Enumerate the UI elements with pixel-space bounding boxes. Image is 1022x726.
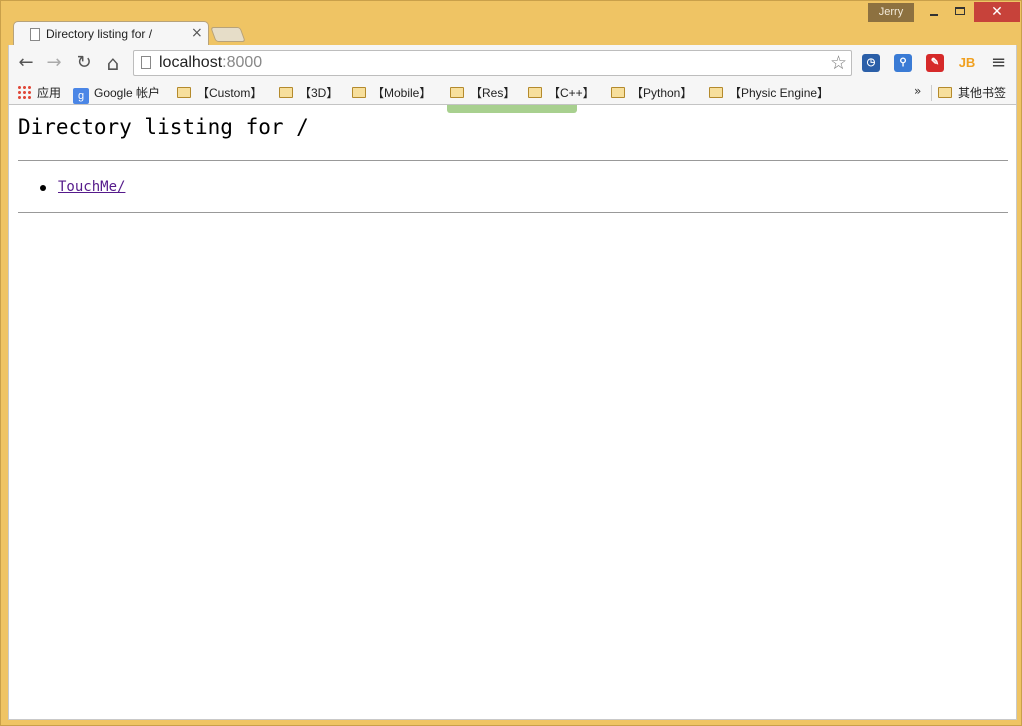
divider-bottom xyxy=(18,212,1008,213)
browser-window: Jerry ✕ Directory listing for / × ← → ↻ … xyxy=(0,0,1022,726)
folder-icon xyxy=(450,87,464,98)
maximize-button[interactable] xyxy=(948,2,972,22)
bookmark-folder-mobile[interactable]: 【Mobile】 xyxy=(352,84,431,102)
page-info-icon xyxy=(141,56,151,69)
bookmarks-divider xyxy=(931,85,932,101)
folder-icon xyxy=(279,87,293,98)
bookmark-folder-python[interactable]: 【Python】 xyxy=(611,84,692,102)
toolbar: ← → ↻ ⌂ localhost:8000 ☆ ◷ ⚲ ✎ JB ≡ xyxy=(8,45,1017,81)
bookmark-folder-cpp[interactable]: 【C++】 xyxy=(528,84,595,102)
home-button[interactable]: ⌂ xyxy=(102,52,124,74)
folder-icon xyxy=(177,87,191,98)
tab-directory-listing[interactable]: Directory listing for / × xyxy=(13,21,209,46)
bookmark-folder-3d[interactable]: 【3D】 xyxy=(279,84,338,102)
url-port: :8000 xyxy=(222,54,263,71)
bookmark-other-label: 其他书签 xyxy=(958,86,1007,100)
bookmark-apps[interactable]: 应用 xyxy=(17,84,61,102)
page-content: Directory listing for / TouchMe/ xyxy=(8,105,1017,720)
tab-close-icon[interactable]: × xyxy=(191,25,203,41)
google-icon: g xyxy=(73,88,89,104)
loading-indicator xyxy=(447,105,577,113)
jb-extension-icon[interactable]: JB xyxy=(958,54,976,72)
url-text: localhost:8000 xyxy=(159,54,262,72)
bookmark-folder-label: 【Custom】 xyxy=(197,86,263,100)
bookmark-folder-label: 【Res】 xyxy=(470,86,516,100)
profile-badge[interactable]: Jerry xyxy=(868,3,914,22)
minimize-icon xyxy=(930,14,938,16)
bookmark-google-account[interactable]: g Google 帐户 xyxy=(73,84,161,104)
bookmark-google-label: Google 帐户 xyxy=(94,86,161,100)
bookmark-apps-label: 应用 xyxy=(37,86,62,100)
address-bar[interactable]: localhost:8000 ☆ xyxy=(133,50,852,76)
folder-icon xyxy=(611,87,625,98)
bookmark-folder-res[interactable]: 【Res】 xyxy=(450,84,515,102)
folder-icon xyxy=(352,87,366,98)
bookmark-folder-label: 【Physic Engine】 xyxy=(729,86,830,100)
folder-icon xyxy=(709,87,723,98)
page-heading: Directory listing for / xyxy=(18,115,309,139)
minimize-button[interactable] xyxy=(922,2,946,22)
forward-button[interactable]: → xyxy=(43,52,65,74)
bookmark-folder-label: 【Python】 xyxy=(631,86,693,100)
bookmark-folder-label: 【3D】 xyxy=(299,86,339,100)
page-icon xyxy=(30,28,40,41)
directory-entry-link[interactable]: TouchMe/ xyxy=(58,179,125,195)
bookmarks-overflow-button[interactable]: » xyxy=(914,84,921,98)
bookmark-folder-physic-engine[interactable]: 【Physic Engine】 xyxy=(709,84,829,102)
divider-top xyxy=(18,160,1008,161)
url-host: localhost xyxy=(159,54,223,71)
tab-title: Directory listing for / xyxy=(46,27,153,41)
pdf-extension-icon[interactable]: ✎ xyxy=(926,54,944,72)
bookmark-folder-label: 【Mobile】 xyxy=(372,86,432,100)
apps-grid-icon xyxy=(17,85,31,99)
bookmark-folder-custom[interactable]: 【Custom】 xyxy=(177,84,262,102)
bookmark-other-folder[interactable]: 其他书签 xyxy=(938,84,1006,102)
clock-extension-icon[interactable]: ◷ xyxy=(862,54,880,72)
folder-icon xyxy=(528,87,542,98)
reload-button[interactable]: ↻ xyxy=(73,52,95,74)
back-button[interactable]: ← xyxy=(15,52,37,74)
maximize-icon xyxy=(955,7,965,15)
bookmark-star-icon[interactable]: ☆ xyxy=(830,52,847,74)
menu-icon[interactable]: ≡ xyxy=(991,52,1006,73)
bookmarks-bar: 应用 g Google 帐户 【Custom】 【3D】 【Mobile】 【Re… xyxy=(8,81,1017,105)
folder-icon xyxy=(938,87,952,98)
bookmark-folder-label: 【C++】 xyxy=(548,86,595,100)
title-bar: Jerry ✕ Directory listing for / × xyxy=(1,1,1022,46)
new-tab-button[interactable] xyxy=(210,27,246,42)
close-window-button[interactable]: ✕ xyxy=(974,2,1020,22)
search-extension-icon[interactable]: ⚲ xyxy=(894,54,912,72)
list-bullet-icon xyxy=(40,185,46,191)
